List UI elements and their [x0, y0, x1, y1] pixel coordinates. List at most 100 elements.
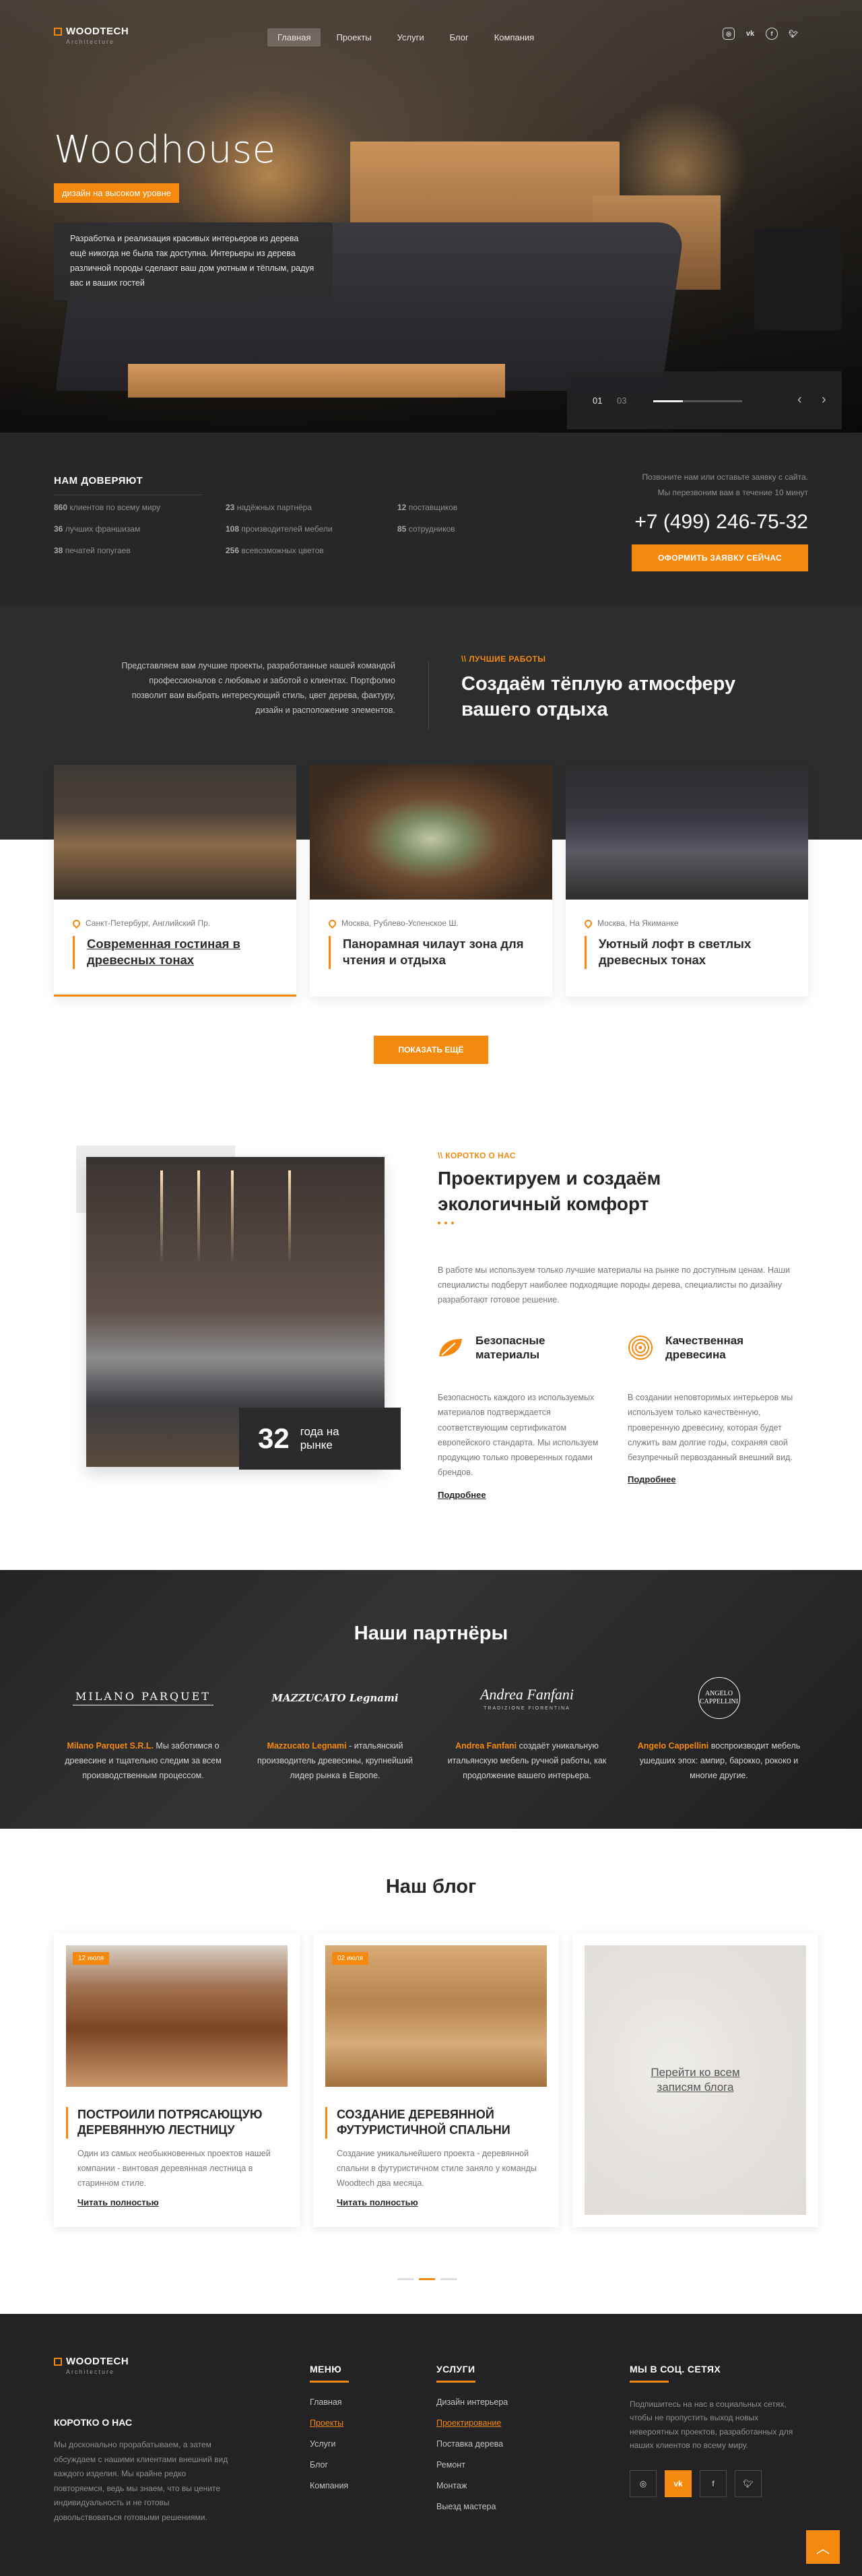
facebook-icon[interactable]: f [700, 2470, 727, 2497]
partner-logo[interactable]: MILANO PARQUET [54, 1674, 232, 1722]
stat-item: 860 клиентов по всему миру [54, 503, 161, 512]
all-posts-card: Перейти ко всем записям блога [572, 1933, 818, 2227]
twitter-icon[interactable]: 🐦︎ [735, 2470, 762, 2497]
vk-icon[interactable]: vk [744, 28, 756, 40]
menu-item-services[interactable]: Услуги [387, 28, 434, 46]
stat-item: 23 надёжных партнёра [226, 503, 312, 512]
footer-social-icons: ◎ vk f 🐦︎ [630, 2470, 806, 2497]
all-posts-background: Перейти ко всем записям блога [585, 1945, 806, 2215]
partner-logo[interactable]: MAZZUCATO Legnami [246, 1674, 424, 1722]
blog-pager [397, 2278, 457, 2280]
order-button[interactable]: ОФОРМИТЬ ЗАЯВКУ СЕЙЧАС [632, 544, 808, 571]
partner-item: ANGELO CAPPELLINI Angelo Cappellini восп… [630, 1674, 808, 1784]
logo-square-icon [54, 28, 62, 36]
footer-menu-item[interactable]: Компания [310, 2481, 349, 2490]
pager-dot[interactable] [397, 2278, 413, 2280]
feature-description: Безопасность каждого из используемых мат… [438, 1393, 599, 1478]
partner-text: Mazzucato Legnami - итальянский производ… [257, 1741, 413, 1780]
project-image [310, 765, 552, 900]
about-intro: В работе мы используем только лучшие мат… [438, 1265, 790, 1305]
pager-dot-active[interactable] [419, 2278, 435, 2280]
post-excerpt: Создание уникальнейшего проекта - деревя… [337, 2148, 537, 2188]
footer-menu: МЕНЮ Главная Проекты Услуги Блог Компани… [310, 2364, 349, 2502]
menu-item-blog[interactable]: Блог [440, 28, 479, 46]
partner-logo[interactable]: Andrea Fanfani TRADIZIONE FIORENTINA [438, 1674, 616, 1722]
project-card[interactable]: Москва, На Якиманке Уютный лофт в светлы… [566, 765, 808, 997]
menu-item-projects[interactable]: Проекты [326, 28, 381, 46]
arrow-right-icon[interactable]: › [822, 392, 826, 408]
wood-rings-icon [628, 1336, 653, 1360]
arrow-left-icon[interactable]: ‹ [797, 392, 802, 408]
post-title[interactable]: ПОСТРОИЛИ ПОТРЯСАЮЩУЮ ДЕРЕВЯННУЮ ЛЕСТНИЦ… [66, 2107, 288, 2139]
footer-logo[interactable]: WOODTECH Architecture [54, 2356, 129, 2375]
footer-menu-title: МЕНЮ [310, 2364, 342, 2375]
twitter-icon[interactable]: 🐦︎ [787, 28, 799, 40]
about-section: 32 года на рынке \\ КОРОТКО О НАС Проект… [0, 1098, 862, 1570]
stat-item: 38 печатей попугаев [54, 546, 131, 555]
project-title[interactable]: Современная гостиная в древесных тонах [73, 936, 277, 969]
footer-service-item[interactable]: Выезд мастера [436, 2502, 508, 2511]
top-nav: WOODTECH Architecture Главная Проекты Ус… [0, 0, 862, 73]
project-title[interactable]: Уютный лофт в светлых древесных тонах [585, 936, 789, 969]
project-location: Москва, Рублево-Успенское Ш. [341, 918, 459, 928]
instagram-icon[interactable]: ◎ [630, 2470, 657, 2497]
post-date: 12 июля [73, 1952, 110, 1965]
works-section: Представляем вам лучшие проекты, разрабо… [0, 606, 862, 1098]
project-card[interactable]: Санкт-Петербург, Английский Пр. Современ… [54, 765, 296, 997]
project-location: Москва, На Якиманке [597, 918, 679, 928]
works-intro: Представляем вам лучшие проекты, разрабо… [121, 661, 395, 715]
footer-service-item[interactable]: Ремонт [436, 2460, 508, 2470]
footer-services-title: УСЛУГИ [436, 2364, 475, 2375]
partner-logo[interactable]: ANGELO CAPPELLINI [630, 1674, 808, 1722]
more-link[interactable]: Подробнее [628, 1474, 676, 1484]
read-more-link[interactable]: Читать полностью [77, 2197, 159, 2207]
project-title[interactable]: Панорамная чилаут зона для чтения и отды… [329, 936, 533, 969]
facebook-icon[interactable]: f [766, 28, 778, 40]
footer-service-item[interactable]: Монтаж [436, 2481, 508, 2490]
footer-service-item[interactable]: Поставка дерева [436, 2439, 508, 2449]
partner-text: Angelo Cappellini воспроизводит мебель у… [637, 1741, 801, 1780]
blog-post[interactable]: 02 июля СОЗДАНИЕ ДЕРЕВЯННОЙ ФУТУРИСТИЧНО… [313, 1933, 559, 2227]
footer-menu-item[interactable]: Проекты [310, 2418, 349, 2428]
partners-title: Наши партнёры [354, 1623, 508, 1644]
post-image: 12 июля [66, 1945, 288, 2087]
phone-number[interactable]: +7 (499) 246-75-32 [634, 511, 808, 534]
project-card[interactable]: Москва, Рублево-Успенское Ш. Панорамная … [310, 765, 552, 997]
more-link[interactable]: Подробнее [438, 1490, 486, 1500]
footer-service-item[interactable]: Проектирование [436, 2418, 508, 2428]
footer-menu-item[interactable]: Услуги [310, 2439, 349, 2449]
logo-name: WOODTECH [66, 26, 129, 37]
menu-item-company[interactable]: Компания [484, 28, 545, 46]
read-more-link[interactable]: Читать полностью [337, 2197, 418, 2207]
leaf-icon [439, 1339, 462, 1356]
footer: WOODTECH Architecture КОРОТКО О НАС Мы д… [0, 2314, 862, 2576]
slide-total: 03 [617, 396, 627, 406]
menu-item-home[interactable]: Главная [267, 28, 321, 46]
works-title: Создаём тёплую атмосферу вашего отдыха [461, 673, 736, 720]
footer-service-item[interactable]: Дизайн интерьера [436, 2397, 508, 2407]
stat-item: 36 лучших франшизам [54, 524, 141, 534]
footer-menu-item[interactable]: Главная [310, 2397, 349, 2407]
post-title[interactable]: СОЗДАНИЕ ДЕРЕВЯННОЙ ФУТУРИСТИЧНОЙ СПАЛЬН… [325, 2107, 547, 2139]
project-image [566, 765, 808, 900]
location-pin-icon [327, 918, 338, 929]
all-posts-link[interactable]: Перейти ко всем записям блога [638, 2065, 753, 2095]
partner-text: Milano Parquet S.R.L. Мы заботимся о дре… [65, 1741, 222, 1780]
partner-text: Andrea Fanfani создаёт уникальную италья… [447, 1741, 607, 1780]
logo[interactable]: WOODTECH Architecture [54, 26, 129, 45]
vk-icon[interactable]: vk [665, 2470, 692, 2497]
stat-item: 256 всевозможных цветов [226, 546, 324, 555]
slide-progress-fill [653, 400, 683, 402]
slide-progress [653, 400, 742, 402]
trust-section: НАМ ДОВЕРЯЮТ 860 клиентов по всему миру … [0, 433, 862, 606]
footer-social-text: Подпишитесь на нас в социальных сетях, ч… [630, 2399, 793, 2451]
post-date: 02 июля [332, 1952, 369, 1965]
blog-post[interactable]: 12 июля ПОСТРОИЛИ ПОТРЯСАЮЩУЮ ДЕРЕВЯННУЮ… [54, 1933, 300, 2227]
show-more-button[interactable]: ПОКАЗАТЬ ЕЩЁ [374, 1036, 488, 1064]
instagram-icon[interactable]: ◎ [723, 28, 735, 40]
footer-menu-item[interactable]: Блог [310, 2460, 349, 2470]
footer-about-text: Мы досконально прорабатываем, а затем об… [54, 2440, 228, 2522]
pager-dot[interactable] [440, 2278, 457, 2280]
scroll-to-top-button[interactable]: ︿ [806, 2530, 840, 2564]
stat-item: 85 сотрудников [397, 524, 455, 534]
